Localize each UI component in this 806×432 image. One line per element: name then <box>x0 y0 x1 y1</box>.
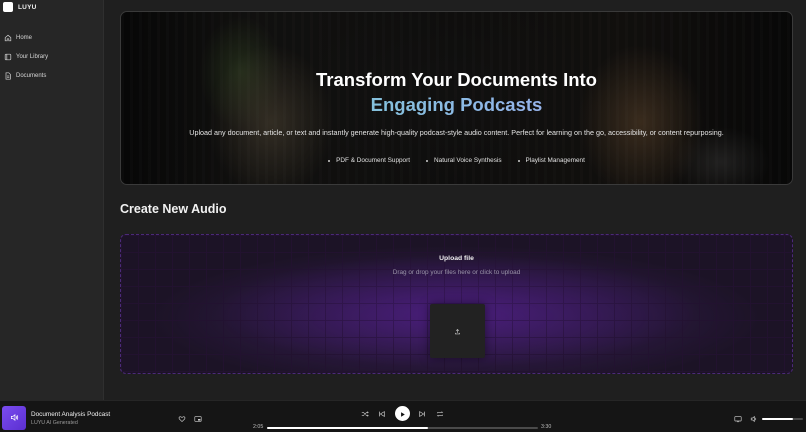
sidebar-item-label: Your Library <box>16 53 49 60</box>
brand[interactable]: LUYU <box>0 0 103 14</box>
devices-button[interactable] <box>733 414 743 424</box>
volume-button[interactable] <box>749 414 759 424</box>
section-title: Create New Audio <box>120 202 227 216</box>
hero-title: Transform Your Documents Into <box>316 69 597 90</box>
picture-in-picture-button[interactable] <box>193 414 203 424</box>
upload-button[interactable] <box>430 304 485 358</box>
feature-item: PDF & Document Support <box>328 157 410 164</box>
logo-icon <box>3 2 13 12</box>
home-icon <box>4 34 12 42</box>
volume-icon <box>750 410 758 428</box>
skip-forward-icon <box>418 405 426 423</box>
speaker-icon <box>10 409 19 427</box>
progress-bar[interactable] <box>267 427 538 429</box>
sidebar-item-documents[interactable]: Documents <box>0 66 103 85</box>
previous-button[interactable] <box>377 409 387 419</box>
sidebar-nav: Home Your Library Documents <box>0 28 103 85</box>
upload-dropzone[interactable]: Upload file Drag or drop your files here… <box>120 234 793 374</box>
hero-title-accent: Engaging Podcasts <box>121 92 792 118</box>
track-artwork[interactable] <box>2 406 26 430</box>
feature-item: Natural Voice Synthesis <box>426 157 502 164</box>
progress-fill <box>267 427 429 429</box>
screen-icon <box>734 410 742 428</box>
picture-in-picture-icon <box>194 410 202 428</box>
track-subtitle: LUYU AI Generated <box>31 420 78 426</box>
upload-title: Upload file <box>439 255 474 262</box>
shuffle-icon <box>361 405 369 423</box>
repeat-button[interactable] <box>435 409 445 419</box>
audio-player: Document Analysis Podcast LUYU AI Genera… <box>0 400 806 432</box>
heart-icon <box>178 410 186 428</box>
repeat-icon <box>436 405 444 423</box>
track-title: Document Analysis Podcast <box>31 411 111 418</box>
bullet-icon <box>426 159 429 162</box>
brand-name: LUYU <box>18 3 37 11</box>
play-icon <box>399 405 406 423</box>
play-button[interactable] <box>395 406 410 421</box>
document-icon <box>4 71 12 80</box>
like-button[interactable] <box>177 414 187 424</box>
current-time: 2:05 <box>253 424 264 430</box>
hero-banner: Transform Your Documents Into Engaging P… <box>120 11 793 185</box>
upload-icon <box>454 322 461 340</box>
sidebar-item-library[interactable]: Your Library <box>0 47 103 66</box>
sidebar: LUYU Home Your Library Documents <box>0 0 104 400</box>
volume-slider[interactable] <box>762 418 803 420</box>
sidebar-item-home[interactable]: Home <box>0 28 103 47</box>
app-window: LUYU Home Your Library Documents Transfo… <box>0 0 806 432</box>
sidebar-item-label: Documents <box>16 72 47 79</box>
bullet-icon <box>328 159 331 162</box>
next-button[interactable] <box>417 409 427 419</box>
bullet-icon <box>517 159 520 162</box>
shuffle-button[interactable] <box>360 409 370 419</box>
volume-fill <box>762 418 793 420</box>
sidebar-item-label: Home <box>16 34 33 41</box>
hero-description: Upload any document, article, or text an… <box>189 128 724 137</box>
upload-subtitle: Drag or drop your files here or click to… <box>392 269 521 276</box>
hero-content: Transform Your Documents Into Engaging P… <box>121 67 792 164</box>
hero-features: PDF & Document Support Natural Voice Syn… <box>121 157 792 164</box>
skip-back-icon <box>378 405 386 423</box>
total-time: 3:30 <box>541 424 552 430</box>
feature-item: Playlist Management <box>517 157 585 164</box>
main-content: Transform Your Documents Into Engaging P… <box>104 0 806 400</box>
library-icon <box>4 53 12 61</box>
